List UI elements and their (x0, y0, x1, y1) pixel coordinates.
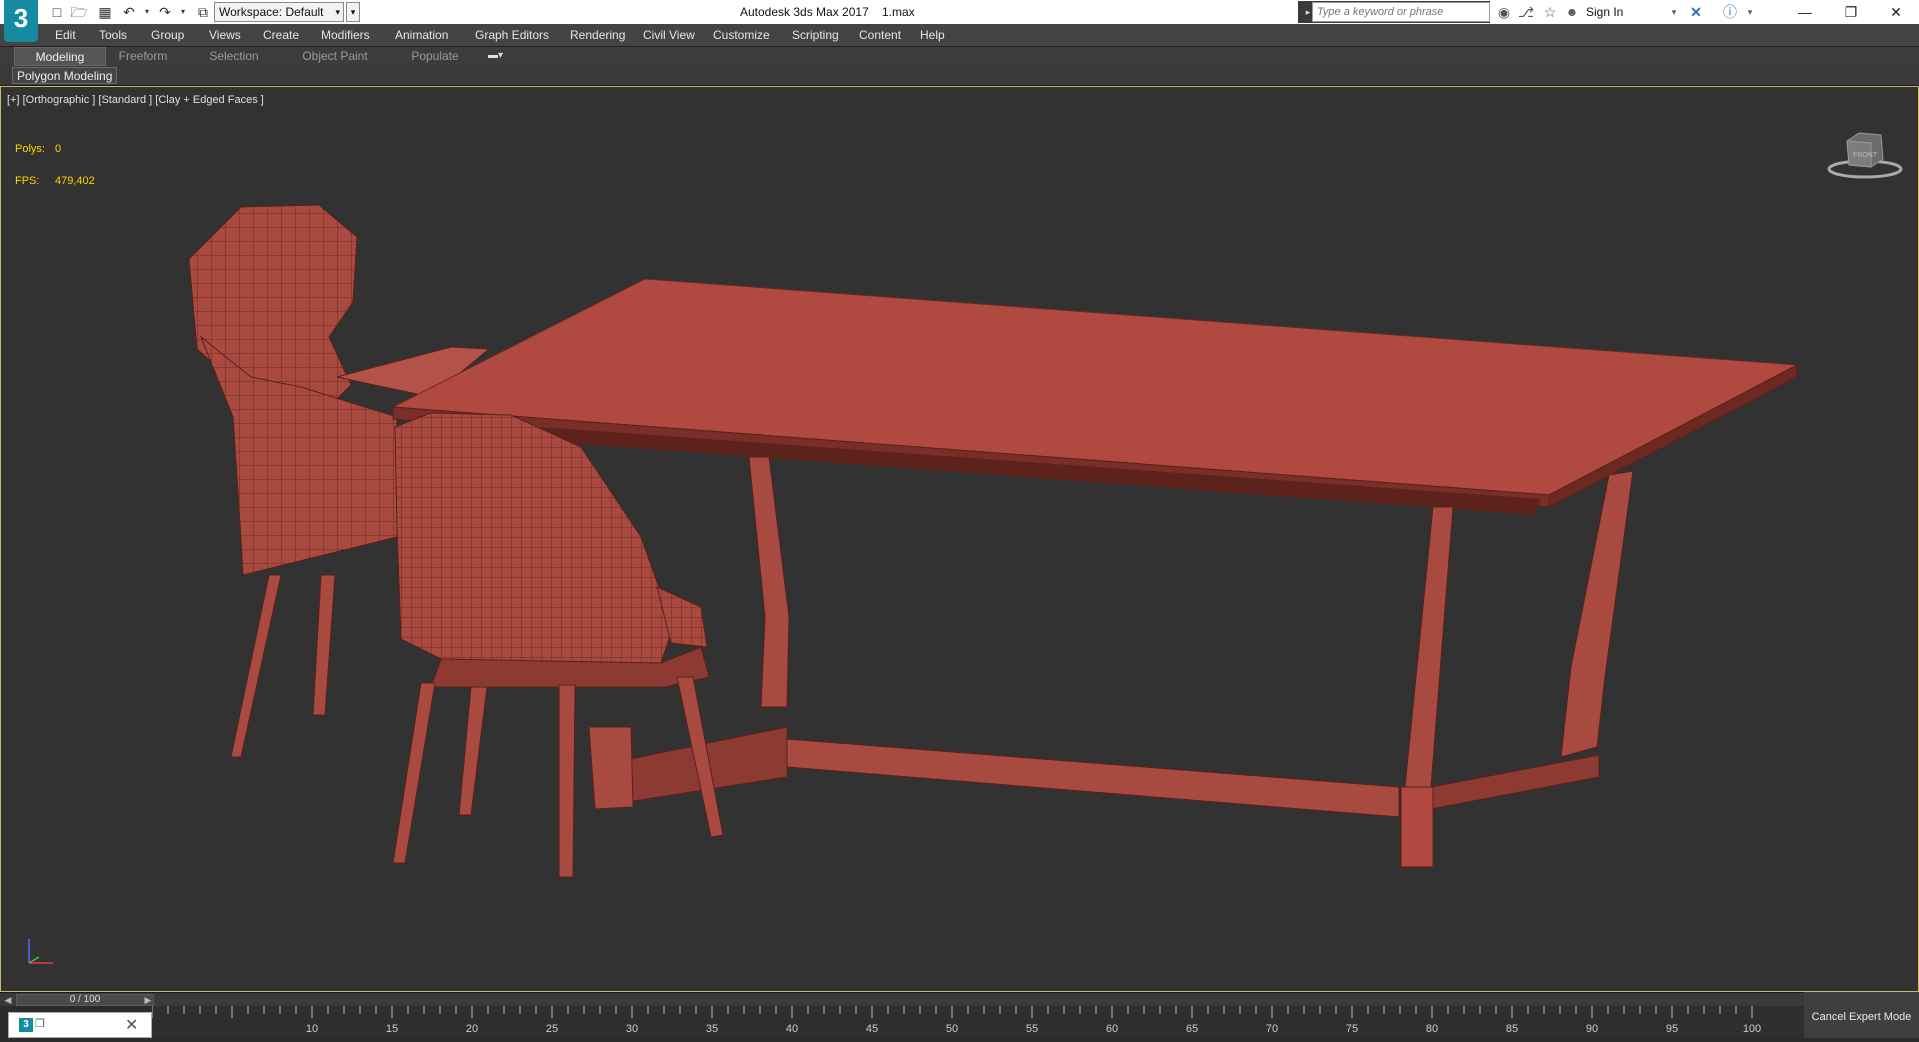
restore-icon[interactable]: ❐ (1828, 0, 1874, 24)
menu-content[interactable]: Content (859, 24, 901, 46)
timeline-tick-label: 70 (1266, 1023, 1278, 1035)
help-icon[interactable]: ⓘ (1720, 2, 1740, 22)
menu-views[interactable]: Views (209, 24, 241, 46)
menu-group[interactable]: Group (151, 24, 184, 46)
timeline-tick-label: 50 (946, 1023, 958, 1035)
help-dropdown-icon[interactable]: ▾ (1740, 2, 1760, 22)
menu-edit[interactable]: Edit (55, 24, 76, 46)
next-frame-icon[interactable]: ▶ (142, 993, 154, 1007)
timeline-tick-label: 65 (1186, 1023, 1198, 1035)
ribbon-panel: Polygon Modeling (0, 66, 1919, 86)
menu-customize[interactable]: Customize (713, 24, 770, 46)
app-logo-small-icon: 3 (19, 1018, 33, 1032)
timeline-tick-label: 60 (1106, 1023, 1118, 1035)
ribbon-tab-bar: Modeling Freeform Selection Object Paint… (0, 46, 1919, 66)
search-input[interactable] (1312, 2, 1490, 22)
save-icon[interactable]: ▦ (96, 3, 114, 21)
timeline-tick-label: 15 (386, 1023, 398, 1035)
polygon-modeling-panel[interactable]: Polygon Modeling (12, 67, 118, 84)
timeline-tick-label: 80 (1426, 1023, 1438, 1035)
minimize-icon[interactable]: — (1782, 0, 1828, 24)
tab-modeling[interactable]: Modeling (14, 47, 106, 66)
timeline-tick-label: 10 (306, 1023, 318, 1035)
redo-icon[interactable]: ↷ (156, 3, 174, 21)
undo-dropdown-icon[interactable]: ▾ (138, 3, 156, 21)
timeline-tick-label: 55 (1026, 1023, 1038, 1035)
workspace-options-button[interactable]: ▾ (346, 2, 360, 22)
tab-populate[interactable]: Populate (400, 47, 470, 66)
timeline-tick-label: 40 (786, 1023, 798, 1035)
menu-modifiers[interactable]: Modifiers (321, 24, 370, 46)
menu-tools[interactable]: Tools (99, 24, 127, 46)
viewcube-face-label: FRONT (1853, 152, 1878, 159)
undo-icon[interactable]: ↶ (120, 3, 138, 21)
timeline-tick-label: 30 (626, 1023, 638, 1035)
timeline-tick-label: 25 (546, 1023, 558, 1035)
menu-civil-view[interactable]: Civil View (643, 24, 695, 46)
project-folder-icon[interactable]: ⧉ (194, 3, 212, 21)
axis-tripod-icon (28, 939, 53, 964)
menu-animation[interactable]: Animation (395, 24, 448, 46)
close-icon[interactable]: ✕ (1873, 0, 1919, 24)
new-file-icon[interactable]: □ (48, 3, 66, 21)
binoculars-icon[interactable]: ◉ (1494, 2, 1514, 22)
timeline-tick-label: 90 (1586, 1023, 1598, 1035)
redo-dropdown-icon[interactable]: ▾ (174, 3, 192, 21)
menu-help[interactable]: Help (920, 24, 945, 46)
timeline-tick-label: 75 (1346, 1023, 1358, 1035)
tab-selection[interactable]: Selection (196, 47, 272, 66)
menu-bar: Edit Tools Group Views Create Modifiers … (0, 24, 1919, 46)
timeline-tick-label: 95 (1666, 1023, 1678, 1035)
menu-scripting[interactable]: Scripting (792, 24, 839, 46)
window-title: Autodesk 3ds Max 2017 (740, 5, 869, 19)
cancel-expert-mode-button[interactable]: Cancel Expert Mode (1804, 992, 1919, 1038)
favorites-star-icon[interactable]: ☆ (1540, 2, 1560, 22)
timeline-tick-label: 85 (1506, 1023, 1518, 1035)
timeline-tick-label: 20 (466, 1023, 478, 1035)
close-small-icon[interactable]: ✕ (125, 1015, 138, 1035)
workspace-dropdown[interactable]: Workspace: Default ▾ (214, 2, 344, 22)
ribbon-options-icon[interactable]: ▬▾ (488, 48, 512, 64)
tab-object-paint[interactable]: Object Paint (292, 47, 378, 66)
menu-rendering[interactable]: Rendering (570, 24, 625, 46)
timeline-tick-label: 100 (1743, 1023, 1761, 1035)
sign-in-dropdown-icon[interactable]: ▾ (1664, 2, 1684, 22)
timeline-tick-label: 35 (706, 1023, 718, 1035)
scene-render[interactable] (1, 87, 1918, 991)
app-logo-icon[interactable]: 3 (4, 0, 38, 42)
timeline-tick-label: 45 (866, 1023, 878, 1035)
user-icon[interactable]: ☻ (1562, 2, 1582, 22)
workspace-label: Workspace: Default (219, 5, 324, 19)
chair-front-model[interactable] (392, 412, 724, 878)
viewcube-icon[interactable]: FRONT (1827, 125, 1903, 181)
file-name: 1.max (882, 5, 915, 19)
exchange-x-icon[interactable]: ✕ (1686, 2, 1706, 22)
restore-small-icon[interactable]: ❐ (35, 1017, 45, 1030)
sign-in-button[interactable]: Sign In (1586, 0, 1623, 24)
minimized-window-thumb[interactable]: 3 ❐ ✕ (8, 1012, 152, 1038)
prev-frame-icon[interactable]: ◀ (2, 993, 14, 1007)
time-slider[interactable]: ◀ 0 / 100 ▶ (0, 992, 1804, 1006)
menu-graph-editors[interactable]: Graph Editors (475, 24, 549, 46)
timeline-ruler[interactable]: 10 15 20 25 30 35 40 45 50 55 60 65 70 75 80 85 90 95 100 (152, 1006, 1804, 1038)
time-slider-thumb[interactable]: 0 / 100 (16, 994, 154, 1006)
viewport-orthographic[interactable]: [+] [Orthographic ] [Standard ] [Clay + … (0, 86, 1919, 992)
open-file-icon[interactable]: 🗁 (70, 3, 88, 21)
subscription-icon[interactable]: ⎇ (1516, 2, 1536, 22)
menu-create[interactable]: Create (263, 24, 299, 46)
chevron-down-icon: ▾ (335, 7, 340, 17)
title-bar: 3 □ 🗁 ▦ ↶ ▾ ↷ ▾ ⧉ Workspace: Default ▾ ▾… (0, 0, 1919, 42)
tab-freeform[interactable]: Freeform (108, 47, 178, 66)
